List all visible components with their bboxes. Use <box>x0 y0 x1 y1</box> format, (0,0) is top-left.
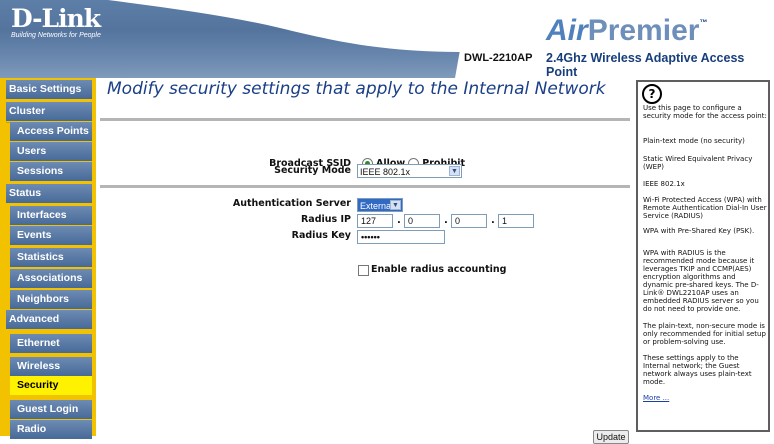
security-mode-label: Security Mode <box>274 165 351 176</box>
help-more-link[interactable]: More ... <box>643 394 767 402</box>
section-divider-2 <box>100 185 630 188</box>
brand-premier: Premier <box>587 14 700 47</box>
product-description: 2.4Ghz Wireless Adaptive Access Point <box>546 51 745 78</box>
radius-ip-octet-1[interactable]: 127 <box>357 214 393 228</box>
radius-ip-label: Radius IP <box>300 214 351 225</box>
nav-cluster[interactable]: Cluster <box>6 102 92 121</box>
help-recommendation: WPA with RADIUS is the recommended mode … <box>643 249 759 313</box>
nav-radio[interactable]: Radio <box>10 420 92 439</box>
security-mode-value: IEEE 802.1x <box>360 167 411 177</box>
airpremier-logo: AirPremier™ <box>546 14 707 48</box>
radius-key-label: Radius Key <box>291 230 351 241</box>
dlink-tagline: Building Networks for People <box>11 32 101 39</box>
nav-users[interactable]: Users <box>10 142 92 161</box>
radius-ip-octet-4[interactable]: 1 <box>498 214 534 228</box>
help-mode-wpa-psk: WPA with Pre-Shared Key (PSK). <box>643 227 755 235</box>
page-title: Modify security settings that apply to t… <box>107 79 606 99</box>
help-icon: ? <box>642 84 662 104</box>
nav-sessions[interactable]: Sessions <box>10 162 92 181</box>
brand-air: Air <box>546 14 588 47</box>
nav-advanced[interactable]: Advanced <box>6 310 92 329</box>
security-mode-select[interactable]: IEEE 802.1x ▼ <box>357 164 462 178</box>
dlink-logo: D-Link <box>11 4 101 33</box>
help-mode-plain: Plain-text mode (no security) <box>643 137 745 145</box>
nav-associations[interactable]: Associations <box>10 269 92 288</box>
help-plain-text-note: The plain-text, non-secure mode is only … <box>643 322 766 346</box>
auth-server-label: Authentication Server <box>232 198 351 209</box>
help-intro: Use this page to configure a security mo… <box>643 104 767 120</box>
header-banner: D-Link Building Networks for People AirP… <box>0 0 774 78</box>
chevron-down-icon: ▼ <box>390 200 401 210</box>
nav-access-points[interactable]: Access Points <box>10 122 92 141</box>
ip-dot: . <box>397 215 401 226</box>
enable-accounting-checkbox[interactable] <box>358 265 369 276</box>
nav-neighbors[interactable]: Neighbors <box>10 290 92 309</box>
nav-status[interactable]: Status <box>6 184 92 203</box>
radius-ip-octet-3[interactable]: 0 <box>451 214 487 228</box>
nav-interfaces[interactable]: Interfaces <box>10 206 92 225</box>
update-button[interactable]: Update <box>593 430 629 444</box>
model-name: DWL-2210AP <box>464 52 533 64</box>
brand-trademark: ™ <box>699 18 708 27</box>
nav-ethernet[interactable]: Ethernet <box>10 334 92 353</box>
section-divider <box>100 118 630 121</box>
nav-security[interactable]: Security <box>10 376 92 395</box>
nav-statistics[interactable]: Statistics <box>10 248 92 267</box>
help-panel: ? Use this page to configure a security … <box>636 80 770 432</box>
nav-basic-settings[interactable]: Basic Settings <box>6 80 92 99</box>
ip-dot: . <box>444 215 448 226</box>
help-network-note: These settings apply to the Internal net… <box>643 354 752 386</box>
help-mode-wpa-radius: Wi-Fi Protected Access (WPA) with Remote… <box>643 196 767 220</box>
help-mode-8021x: IEEE 802.1x <box>643 180 685 188</box>
auth-server-select[interactable]: External ▼ <box>357 198 403 212</box>
help-mode-wep: Static Wired Equivalent Privacy (WEP) <box>643 155 753 171</box>
ip-dot: . <box>491 215 495 226</box>
nav-events[interactable]: Events <box>10 226 92 245</box>
enable-accounting-label: Enable radius accounting <box>371 264 507 275</box>
nav-guest-login[interactable]: Guest Login <box>10 400 92 419</box>
radius-ip-octet-2[interactable]: 0 <box>404 214 440 228</box>
chevron-down-icon: ▼ <box>449 166 460 176</box>
sidebar-nav: Basic Settings Cluster Access Points Use… <box>0 78 96 439</box>
nav-wireless[interactable]: Wireless <box>10 357 92 376</box>
radius-key-input[interactable]: •••••• <box>357 230 445 244</box>
auth-server-value: External <box>360 201 394 211</box>
